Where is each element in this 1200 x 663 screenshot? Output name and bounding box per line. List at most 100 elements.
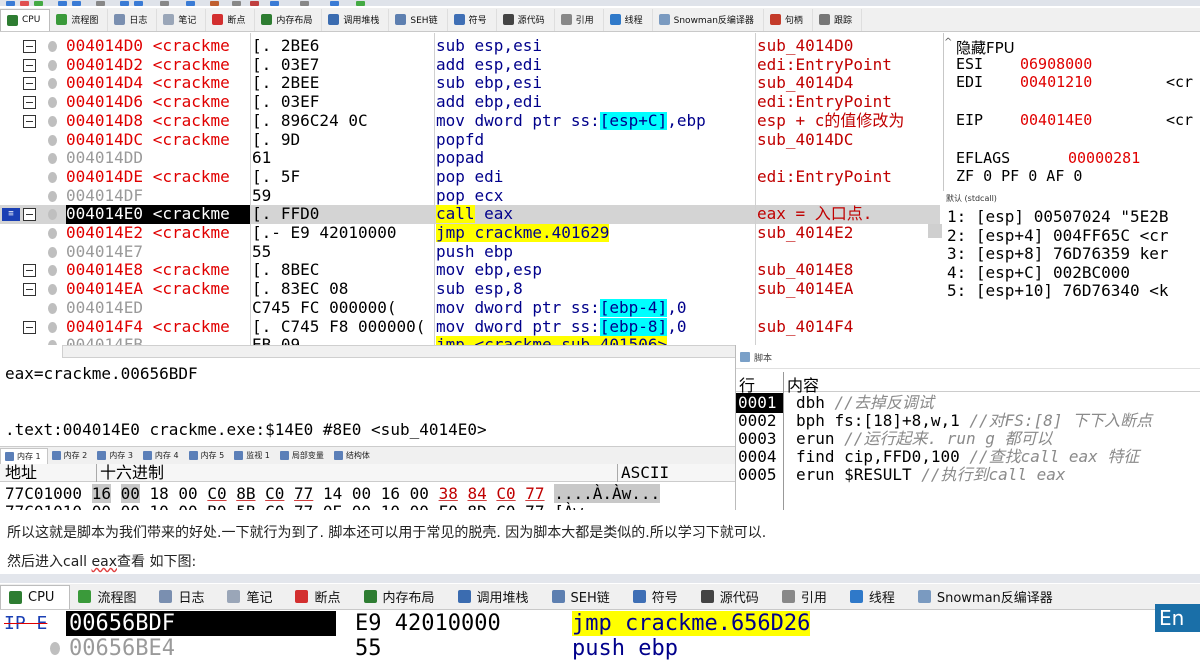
breakpoint-dot-icon[interactable] [48,228,57,239]
gutter[interactable] [0,131,60,150]
hex-byte[interactable]: 38 [439,484,458,503]
stack-arg-row[interactable]: 1: [esp] 00507024 "5E2B [947,207,1169,227]
breakpoint-dot-icon[interactable] [48,321,57,333]
hex-byte[interactable]: 8B [236,484,255,503]
disasm-row[interactable]: 004014D2 <crackme [. 03E7 add esp,edi edi:E… [0,56,940,75]
script-line[interactable]: 0002 bph fs:[18]+8,w,1 //对FS:[8] 下下入断点 [736,411,1200,431]
hex-byte[interactable]: 14 [323,484,342,503]
tab-breakpoint[interactable]: 断点 [206,8,256,31]
ime-indicator[interactable]: En [1155,604,1200,632]
hex-byte[interactable]: 00 [178,484,197,503]
collapse-toggle-icon[interactable] [23,264,36,278]
dump-tab[interactable]: 内存 4 [139,450,185,461]
tab-trace[interactable]: 跟踪 [813,8,862,31]
gutter[interactable] [0,149,60,168]
tab-breakpoint[interactable]: 断点 [287,585,355,609]
dump-tab[interactable]: 监视 1 [230,450,276,461]
gutter[interactable] [0,261,60,280]
collapse-toggle-icon[interactable] [23,58,36,72]
disasm-row-selected[interactable]: IP E 00656BDF E9 42010000 jmp crackme.65… [0,611,1200,636]
tab-references[interactable]: 引用 [555,8,604,31]
breakpoint-dot-icon[interactable] [48,115,57,127]
collapse-toggle-icon[interactable] [23,114,36,128]
hex-byte[interactable]: C0 [265,484,284,503]
dump-tab[interactable]: 内存 1 [0,447,48,464]
disasm-row[interactable]: 004014E8 <crackme [. 8BEC mov ebp,esp sub_4… [0,261,940,280]
disassembly-view[interactable]: 004014D0 <crackme [. 2BE6 sub esp,esi sub_4… [0,33,940,345]
disasm-row-current[interactable]: ≡ 004014E0 <crackme [. FFD0 call eax eax = 入… [0,205,940,224]
breakpoint-dot-icon[interactable] [48,153,57,165]
tab-flowchart[interactable]: 流程图 [70,585,151,609]
collapse-toggle-icon[interactable] [23,40,36,53]
disasm-row[interactable]: 004014D8 <crackme [. 896C24 0C mov dword p… [0,111,940,131]
script-line[interactable]: 0003 erun //运行起来. run g 都可以 [736,429,1200,449]
breakpoint-dot-icon[interactable] [48,97,57,109]
collapse-toggle-icon[interactable] [23,320,36,334]
breakpoint-dot-icon[interactable] [48,265,57,277]
memory-dump[interactable]: 地址 十六进制 ASCII 77C01000 16 00 18 00 C0 8B… [0,464,735,510]
dump-tab[interactable]: 内存 5 [185,450,231,461]
breakpoint-dot-icon[interactable] [48,246,57,258]
disasm-row[interactable]: 004014ED C745 FC 000000(mov dword ptr ss:… [0,298,940,318]
breakpoint-dot-icon[interactable] [48,340,57,345]
disasm-row[interactable]: 004014DD 61 popad [0,149,940,168]
tab-notes[interactable]: 笔记 [219,585,287,609]
tab-flowchart[interactable]: 流程图 [50,8,109,31]
breakpoint-dot-icon[interactable] [48,78,57,90]
breakpoint-dot-icon[interactable] [48,284,57,296]
collapse-toggle-icon[interactable] [23,96,36,110]
gutter[interactable] [0,56,60,75]
dump-tab[interactable]: 局部变量 [276,450,330,461]
tab-notes[interactable]: 笔记 [157,8,207,31]
breakpoint-dot-icon[interactable] [48,41,57,52]
disasm-row[interactable]: 004014EA <crackme [. 83EC 08 sub esp,8 sub_… [0,280,940,299]
hex-byte[interactable]: 16 [381,484,400,503]
tab-cpu[interactable]: CPU [0,584,71,609]
gutter[interactable]: ≡ [0,205,60,224]
breakpoint-dot-icon[interactable] [48,134,57,146]
disasm-row[interactable]: 00656BE4 55 push ebp [0,636,1200,661]
dump-row[interactable]: 77C01010 00 00 10 00 B0 5B C0 77 0E 00 1… [5,502,583,510]
tab-handles[interactable]: 句柄 [764,8,813,31]
tab-memory-map[interactable]: 内存布局 [255,8,323,31]
stack-arg-row[interactable]: 5: [esp+10] 76D76340 <k [947,281,1169,301]
tab-snowman[interactable]: Snowman反编译器 [910,585,1068,609]
breakpoint-dot-icon[interactable] [48,171,57,183]
gutter[interactable] [0,168,60,187]
gutter[interactable] [0,299,60,318]
gutter[interactable] [0,243,60,262]
disasm-row[interactable]: 004014E2 <crackme [.- E9 42010000 jmp crac… [0,224,940,243]
tab-threads[interactable]: 线程 [842,585,910,609]
dump-tab[interactable]: 内存 2 [48,450,94,461]
tab-call-stack[interactable]: 调用堆栈 [322,8,390,31]
hex-byte[interactable]: 00 [120,484,140,503]
scroll-up-icon[interactable]: ^ [944,37,952,48]
breakpoint-dot-icon[interactable] [48,209,57,221]
gutter[interactable] [0,336,60,345]
tab-symbols[interactable]: 符号 [625,585,693,609]
script-line[interactable]: 0005 erun $RESULT //执行到call eax [736,465,1200,485]
hex-byte[interactable]: 16 [91,484,111,503]
script-line[interactable]: 0001 dbh //去掉反调试 [736,393,1200,413]
disasm-row[interactable]: 004014FBEB 09jmp <crackme.sub_401506> [0,336,940,345]
hex-byte[interactable]: 18 [150,484,169,503]
tab-call-stack[interactable]: 调用堆栈 [450,585,544,609]
gutter[interactable] [0,318,60,337]
tab-memory-map[interactable]: 内存布局 [356,585,450,609]
tab-snowman[interactable]: Snowman反编译器 [653,8,764,31]
disasm-row[interactable]: 004014DE <crackme [. 5F pop edi edi:EntryPo… [0,168,940,187]
gutter[interactable] [0,187,60,206]
tab-symbols[interactable]: 符号 [448,8,497,31]
tab-threads[interactable]: 线程 [604,8,653,31]
tab-source-code[interactable]: 源代码 [693,585,774,609]
gutter[interactable] [0,280,60,299]
hex-byte[interactable]: 77 [525,484,544,503]
scrollbar-thumb[interactable] [928,224,942,238]
gutter[interactable] [0,37,60,56]
collapse-toggle-icon[interactable] [23,208,36,222]
hex-byte[interactable]: 00 [410,484,429,503]
disasm-row[interactable]: 004014D4 <crackme [. 2BEE sub ebp,esi sub_4… [0,74,940,93]
stack-arg-row[interactable]: 3: [esp+8] 76D76359 ker [947,244,1169,264]
stack-arg-row[interactable]: 4: [esp+C] 002BC000 [947,263,1130,283]
tab-cpu[interactable]: CPU [0,8,51,31]
